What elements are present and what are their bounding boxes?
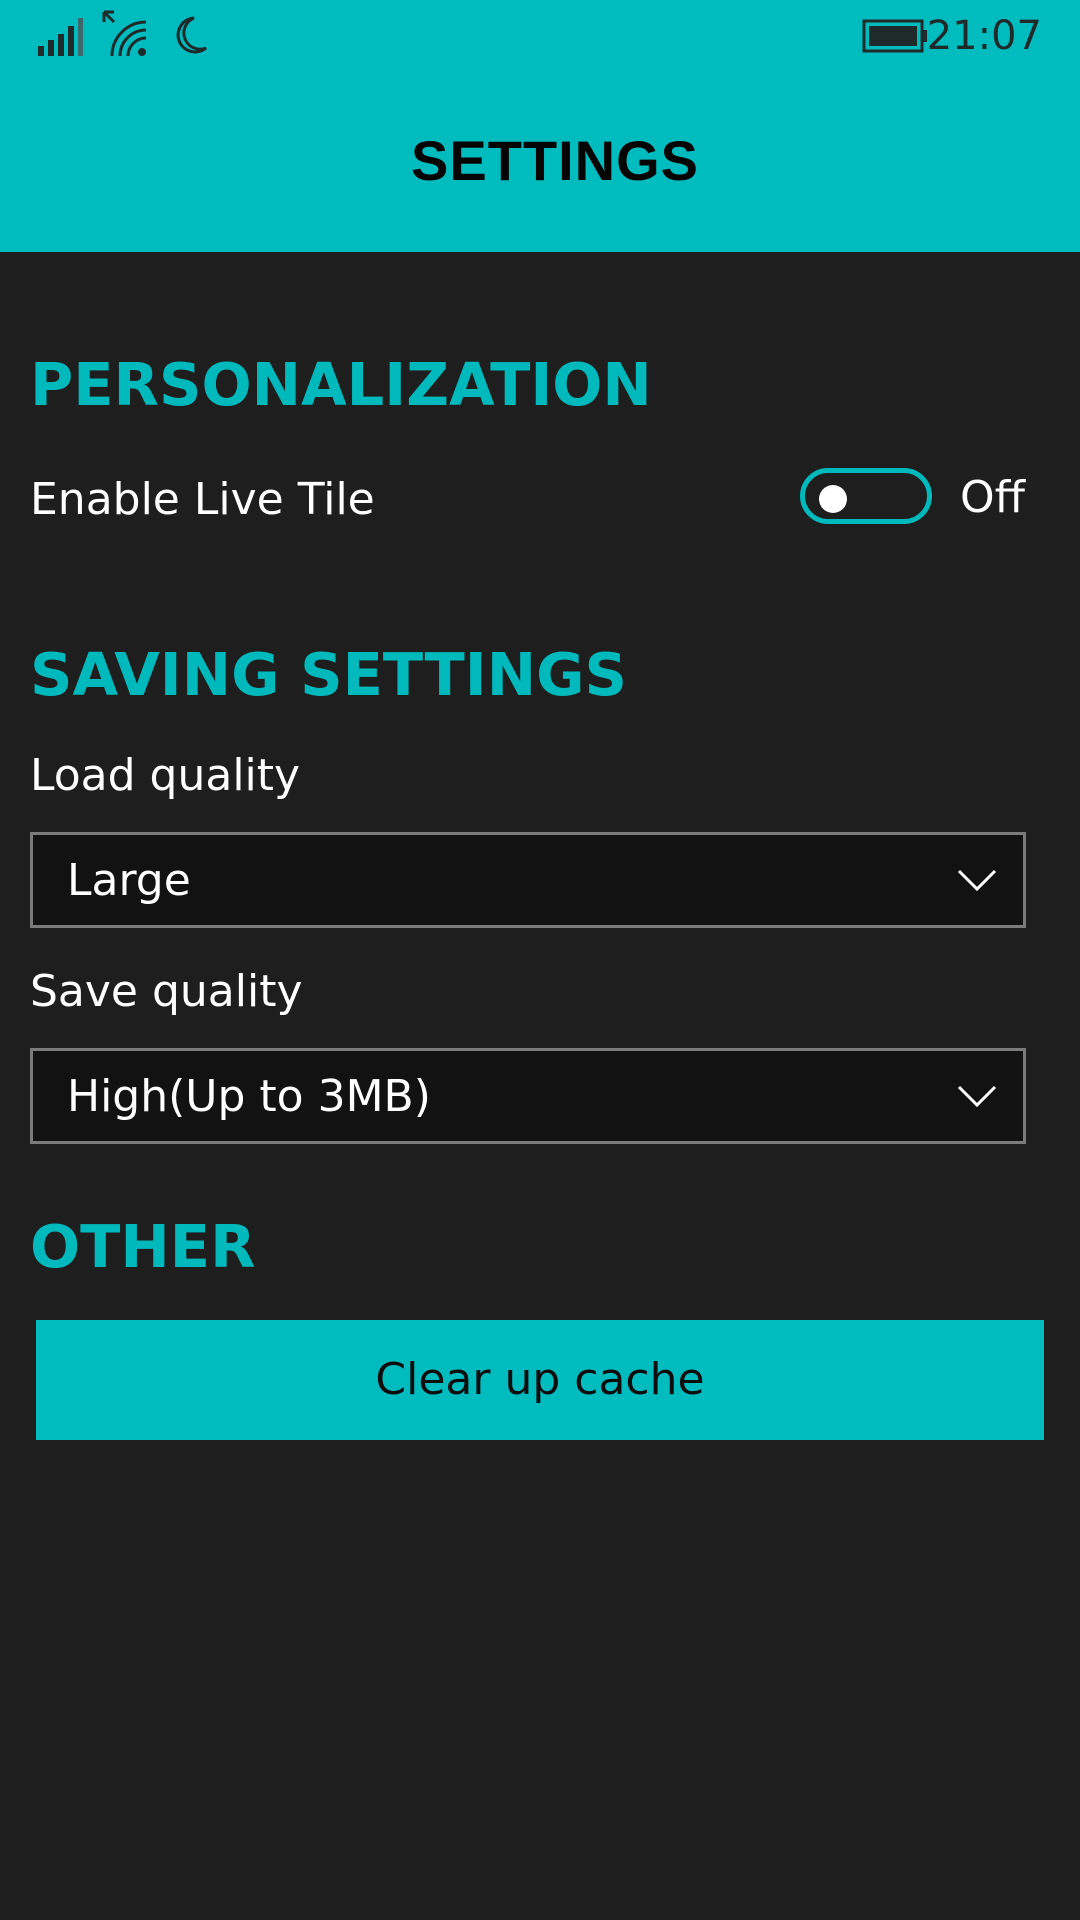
chevron-down-icon	[957, 1085, 997, 1108]
load-quality-label: Load quality	[30, 750, 301, 801]
section-title-other: OTHER	[30, 1212, 256, 1281]
section-title-saving-settings: SAVING SETTINGS	[30, 640, 628, 709]
toggle-knob	[819, 485, 847, 513]
chevron-down-icon	[957, 869, 997, 892]
live-tile-toggle-state: Off	[960, 472, 1025, 523]
moon-icon	[176, 16, 207, 54]
page-title: SETTINGS	[410, 129, 700, 192]
load-quality-value: Large	[67, 855, 191, 906]
save-quality-value: High(Up to 3MB)	[67, 1071, 431, 1122]
load-quality-select[interactable]: Large	[30, 832, 1026, 928]
wifi-icon	[102, 10, 147, 57]
header-bar: 21:07 SETTINGS	[0, 0, 1080, 252]
clear-cache-button[interactable]: Clear up cache	[36, 1320, 1044, 1440]
battery-icon	[862, 19, 927, 53]
status-bar: 21:07	[0, 0, 1080, 70]
live-tile-label: Enable Live Tile	[30, 474, 375, 525]
save-quality-select[interactable]: High(Up to 3MB)	[30, 1048, 1026, 1144]
signal-strength-icon	[38, 18, 83, 56]
live-tile-toggle[interactable]	[800, 468, 932, 524]
section-title-personalization: PERSONALIZATION	[30, 350, 652, 419]
status-time: 21:07	[926, 13, 1042, 59]
save-quality-label: Save quality	[30, 966, 303, 1017]
